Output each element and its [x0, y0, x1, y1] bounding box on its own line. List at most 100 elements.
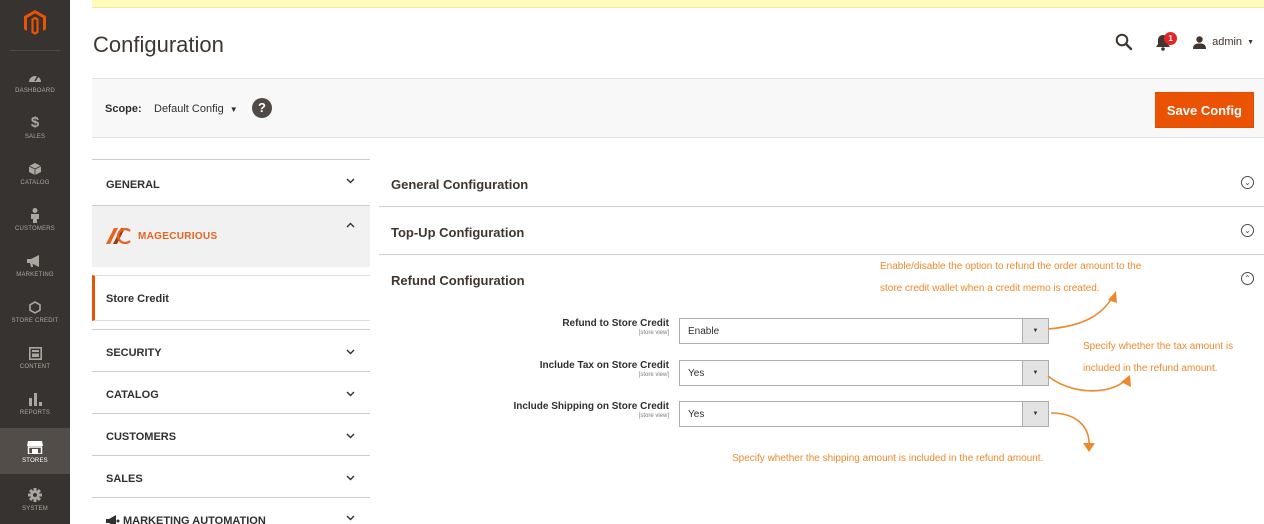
magecurious-logo-icon	[106, 228, 131, 244]
scope-value: Default Config	[154, 103, 224, 115]
nav-label: REPORTS	[19, 409, 51, 416]
chevron-down-icon	[346, 512, 355, 524]
nav-label: STORE CREDIT	[11, 317, 59, 324]
nav-label: CUSTOMERS	[14, 225, 56, 232]
chevron-down-icon	[346, 472, 355, 484]
tab-item-store-credit[interactable]: Store Credit	[92, 275, 370, 321]
gear-icon	[28, 487, 42, 504]
nav-system[interactable]: SYSTEM	[0, 476, 70, 522]
tab-title: SECURITY	[106, 347, 162, 359]
nav-label: SYSTEM	[22, 505, 48, 512]
chevron-up-icon	[346, 219, 355, 231]
scope-help-icon[interactable]: ?	[252, 98, 272, 118]
nav-label: SALES	[24, 133, 46, 140]
magecurious-logo: MAGECURIOUS	[106, 228, 217, 244]
cube-icon	[29, 161, 41, 178]
magento-logo[interactable]	[0, 0, 70, 46]
store-icon	[27, 439, 43, 456]
field-label: Include Shipping on Store Credit [store …	[513, 401, 669, 420]
notifications-button[interactable]: 1	[1155, 32, 1179, 52]
refund-to-store-credit-select[interactable]: Enable ▼	[679, 318, 1049, 344]
select-value: Yes	[688, 368, 705, 379]
nav-catalog[interactable]: CATALOG	[0, 150, 70, 196]
nav-marketing[interactable]: MARKETING	[0, 242, 70, 288]
tab-item-label: Store Credit	[106, 293, 169, 305]
field-label: Refund to Store Credit [store view]	[562, 318, 669, 337]
nav-store-credit[interactable]: STORE CREDIT	[0, 288, 70, 334]
tab-sales[interactable]: SALES	[92, 455, 370, 497]
person-icon	[30, 207, 40, 224]
megaphone-icon	[27, 253, 43, 270]
save-config-button[interactable]: Save Config	[1154, 92, 1254, 128]
nav-sales[interactable]: $ SALES	[0, 104, 70, 150]
tab-magecurious[interactable]: MAGECURIOUS	[92, 205, 370, 267]
nav-label: MARKETING	[16, 271, 54, 278]
header-actions: 1 admin ▼	[1115, 32, 1254, 52]
tab-catalog[interactable]: CATALOG	[92, 371, 370, 413]
brand-name: MAGECURIOUS	[138, 230, 218, 242]
section-title[interactable]: Refund Configuration	[391, 273, 525, 288]
tab-security[interactable]: SECURITY	[92, 329, 370, 371]
annotation-line: store credit wallet when a credit memo i…	[880, 283, 1100, 294]
tab-title: CUSTOMERS	[106, 431, 177, 443]
annotation-refund: Enable/disable the option to refund the …	[880, 256, 1141, 300]
expand-toggle-icon[interactable]: ⌄	[1241, 224, 1254, 237]
admin-sidebar: DASHBOARD $ SALES CATALOG CUSTOMERS MARK…	[0, 0, 70, 524]
system-message-strip	[92, 0, 1264, 8]
tab-title: SALES	[106, 473, 143, 485]
nav-label: STORES	[22, 457, 48, 464]
nav-content[interactable]: CONTENT	[0, 334, 70, 380]
nav-reports[interactable]: REPORTS	[0, 380, 70, 426]
nav-stores[interactable]: STORES	[0, 428, 70, 474]
nav-dashboard[interactable]: DASHBOARD	[0, 58, 70, 104]
field-scope-note: [store view]	[638, 372, 669, 378]
field-include-shipping: Include Shipping on Store Credit [store …	[379, 401, 1264, 427]
chevron-down-icon	[346, 175, 355, 187]
tab-title: CATALOG	[106, 389, 159, 401]
nav-label: DASHBOARD	[15, 87, 55, 94]
user-icon	[1193, 35, 1207, 49]
section-general-configuration[interactable]: General Configuration ⌄	[379, 159, 1264, 207]
annotation-line: Specify whether the tax amount is	[1083, 341, 1234, 352]
expand-toggle-icon[interactable]: ⌄	[1241, 176, 1254, 189]
annotation-shipping: Specify whether the shipping amount is i…	[732, 448, 1043, 470]
layout-icon	[28, 345, 42, 362]
admin-user-menu[interactable]: admin ▼	[1193, 35, 1254, 49]
admin-username: admin	[1212, 36, 1243, 48]
field-label-text: Refund to Store Credit	[562, 318, 669, 329]
caret-down-icon: ▼	[229, 105, 238, 114]
include-tax-select[interactable]: Yes ▼	[679, 360, 1049, 386]
dashboard-icon	[28, 69, 42, 86]
nav-customers[interactable]: CUSTOMERS	[0, 196, 70, 242]
section-topup-configuration[interactable]: Top-Up Configuration ⌄	[379, 207, 1264, 255]
tab-title: MARKETING AUTOMATION	[123, 515, 266, 524]
field-scope-note: [store view]	[638, 413, 669, 419]
scope-switcher[interactable]: Default Config ▼	[154, 103, 238, 115]
bar-chart-icon	[28, 391, 42, 408]
sidebar-divider	[10, 50, 60, 51]
nav-label: CATALOG	[20, 179, 50, 186]
section-title: Top-Up Configuration	[391, 225, 525, 240]
search-icon[interactable]	[1115, 33, 1133, 51]
select-arrow-icon: ▼	[1022, 402, 1048, 426]
include-shipping-select[interactable]: Yes ▼	[679, 401, 1049, 427]
chevron-down-icon	[346, 430, 355, 442]
caret-down-icon: ▼	[1247, 38, 1254, 46]
select-arrow-icon: ▼	[1022, 361, 1048, 385]
tab-title: GENERAL	[106, 179, 160, 191]
page-title: Configuration	[93, 32, 224, 57]
config-tabs-nav: GENERAL MAGECURIOUS Store Credit SECURIT…	[92, 159, 370, 524]
dollar-icon: $	[30, 114, 40, 131]
bullhorn-icon	[106, 515, 120, 524]
collapse-toggle-icon[interactable]: ⌃	[1241, 272, 1254, 285]
annotation-line: Enable/disable the option to refund the …	[880, 261, 1142, 272]
annotation-line: Specify whether the shipping amount is i…	[732, 453, 1044, 464]
scope-bar: Scope: Default Config ▼ ? Save Config	[92, 78, 1264, 138]
tab-customers[interactable]: CUSTOMERS	[92, 413, 370, 455]
tab-title-wrap: MARKETING AUTOMATION	[106, 515, 266, 524]
section-title: General Configuration	[391, 177, 529, 192]
hexagon-icon	[29, 299, 41, 316]
tab-general[interactable]: GENERAL	[92, 159, 370, 205]
magento-logo-icon	[24, 10, 46, 35]
tab-marketing-automation[interactable]: MARKETING AUTOMATION	[92, 497, 370, 524]
